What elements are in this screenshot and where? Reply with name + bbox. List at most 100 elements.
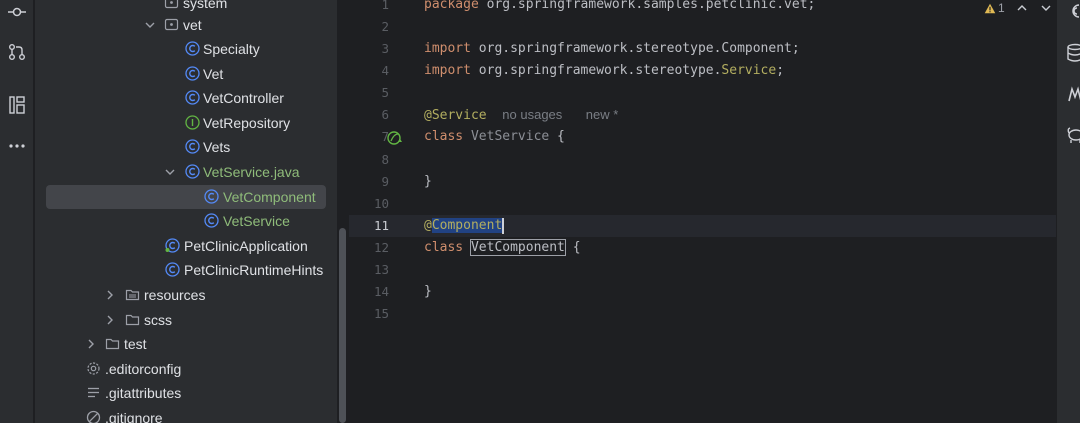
- line-number: 10: [373, 196, 389, 211]
- tree-item-vetcontroller[interactable]: VetController: [35, 86, 337, 110]
- gradle-icon[interactable]: [1065, 124, 1080, 144]
- tree-item-label: VetRepository: [203, 115, 291, 131]
- class-icon: [185, 90, 200, 105]
- warning-icon: [984, 3, 996, 13]
- tree-item-resources[interactable]: resources: [35, 283, 337, 307]
- keyword: import: [424, 41, 471, 56]
- project-tree: system vet Specialty Vet VetController V…: [35, 0, 337, 423]
- keyword: class: [424, 240, 464, 255]
- keyword: import: [424, 63, 471, 78]
- tree-item-specialty[interactable]: Specialty: [35, 37, 337, 61]
- tree-item-petclinicapplication[interactable]: PetClinicApplication: [35, 234, 337, 258]
- code-line-1: package org.springframework.samples.petc…: [424, 0, 815, 16]
- right-tool-strip: [1056, 0, 1080, 423]
- code-line-7: class VetService {: [424, 126, 565, 148]
- tree-item-label: resources: [144, 287, 206, 303]
- line-number: 14: [373, 284, 389, 299]
- spring-class-icon: [165, 238, 180, 253]
- ai-assistant-icon[interactable]: [1065, 1, 1080, 21]
- chevron-up-icon[interactable]: [1017, 1, 1027, 15]
- chevron-down-icon[interactable]: [163, 165, 177, 179]
- tree-scrollbar[interactable]: [339, 228, 346, 423]
- tree-item-label: VetService: [223, 213, 290, 229]
- tree-item-label: scss: [144, 312, 172, 328]
- tree-item-editorconfig[interactable]: .editorconfig: [35, 357, 337, 381]
- tree-item-vetservice[interactable]: VetService: [35, 209, 337, 233]
- tree-item-vetservice-file[interactable]: VetService.java: [35, 160, 337, 184]
- tree-item-label: Vets: [203, 139, 231, 155]
- maven-icon[interactable]: [1065, 84, 1080, 104]
- selected-annotation: Component: [431, 218, 503, 233]
- tree-item-label: VetController: [203, 90, 284, 106]
- pull-requests-icon[interactable]: [0, 40, 34, 64]
- class-icon: [185, 41, 200, 56]
- database-icon[interactable]: [1065, 43, 1080, 63]
- chevron-right-icon[interactable]: [103, 288, 117, 302]
- code-text: ;: [791, 41, 800, 56]
- tree-item-label: .editorconfig: [105, 361, 182, 377]
- line-number: 4: [381, 63, 389, 78]
- chevron-right-icon[interactable]: [84, 337, 98, 351]
- class-icon: [185, 66, 200, 81]
- line-number: 2: [381, 19, 389, 34]
- tree-item-label: system: [183, 0, 228, 11]
- tree-item-vet[interactable]: vet: [35, 13, 337, 37]
- tree-item-label: PetClinicRuntimeHints: [184, 262, 324, 278]
- line-number: 6: [381, 107, 389, 122]
- tree-item-label: vet: [183, 17, 202, 33]
- code-line-9: }: [424, 174, 432, 189]
- class-icon: [204, 189, 219, 204]
- tree-item-gitignore[interactable]: .gitignore: [35, 406, 337, 423]
- tree-item-label: .gitignore: [105, 410, 163, 423]
- chevron-right-icon[interactable]: [103, 313, 117, 327]
- tree-item-label: Vet: [203, 66, 224, 82]
- tree-item-gitattributes[interactable]: .gitattributes: [35, 381, 337, 405]
- code-text: {: [549, 129, 565, 144]
- tree-item-test[interactable]: test: [35, 332, 337, 356]
- line-number: 12: [373, 240, 389, 255]
- tree-item-label: .gitattributes: [105, 385, 182, 401]
- annotation: @Service: [424, 108, 487, 123]
- tree-item-label: VetComponent: [223, 189, 316, 205]
- resources-folder-icon: [125, 289, 140, 301]
- code-editor[interactable]: 1 2 3 4 5 6 7 8 9 10 11 12 13 14 15 pack…: [349, 0, 1056, 423]
- tree-item-vets[interactable]: Vets: [35, 135, 337, 159]
- line-number: 9: [381, 174, 389, 189]
- package-icon: [164, 18, 179, 31]
- class-icon: [204, 213, 219, 228]
- tree-item-scss[interactable]: scss: [35, 308, 337, 332]
- chevron-down-icon[interactable]: [143, 18, 157, 32]
- code-line-4: import org.springframework.stereotype.Se…: [424, 60, 784, 82]
- code-line-12: class VetComponent {: [424, 237, 581, 259]
- line-number: 8: [381, 152, 389, 167]
- folder-icon: [105, 338, 120, 350]
- author-hint[interactable]: new *: [586, 107, 619, 122]
- tree-item-vet-class[interactable]: Vet: [35, 62, 337, 86]
- inspection-widget[interactable]: 1: [984, 0, 1065, 16]
- tree-item-label: Specialty: [203, 41, 260, 57]
- package-icon: [164, 0, 179, 9]
- tree-item-vetcomponent[interactable]: VetComponent: [35, 185, 337, 209]
- line-number: 13: [373, 262, 389, 277]
- spring-bean-gutter-icon[interactable]: [387, 130, 403, 146]
- code-text: Component: [721, 41, 792, 56]
- keyword: package: [424, 0, 479, 12]
- line-number: 15: [373, 306, 389, 321]
- class-name: VetComponent: [469, 239, 566, 256]
- ignore-file-icon: [86, 410, 101, 423]
- commit-icon[interactable]: [0, 0, 34, 24]
- tree-item-label: VetService.java: [203, 164, 300, 180]
- tree-item-petclinicruntimehints[interactable]: PetClinicRuntimeHints: [35, 258, 337, 282]
- line-number: 3: [381, 41, 389, 56]
- code-line-3: import org.springframework.stereotype.Co…: [424, 38, 800, 60]
- code-text: org.springframework.samples.petclinic.ve…: [478, 0, 816, 12]
- more-icon[interactable]: [0, 134, 34, 158]
- tree-item-vetrepository[interactable]: VetRepository: [35, 111, 337, 135]
- structure-icon[interactable]: [0, 93, 34, 117]
- folder-icon: [125, 314, 140, 326]
- usages-hint[interactable]: no usages: [502, 107, 562, 122]
- line-number: 7: [381, 129, 389, 144]
- code-text: Service: [721, 63, 777, 78]
- code-line-6: @Service no usages new *: [424, 104, 618, 126]
- chevron-down-icon[interactable]: [1041, 1, 1051, 15]
